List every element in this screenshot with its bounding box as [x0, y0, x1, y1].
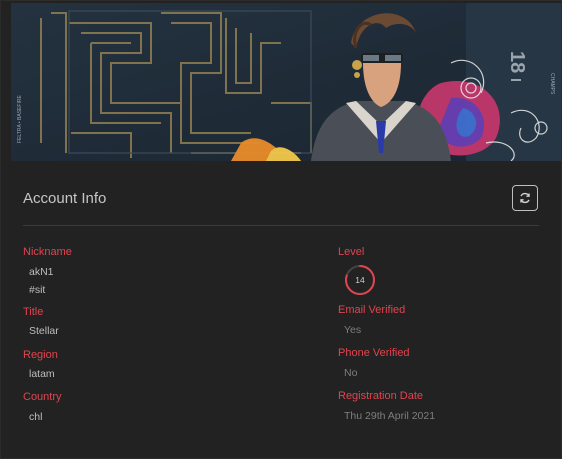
email-verified-label: Email Verified — [338, 304, 406, 316]
banner-artwork: 18 CHAMPS FELTRA • BASEFIRE — [11, 3, 561, 161]
svg-text:CHAMPS: CHAMPS — [549, 73, 555, 95]
refresh-icon — [520, 192, 530, 204]
phone-verified-value: No — [344, 367, 358, 379]
svg-text:FELTRA • BASEFIRE: FELTRA • BASEFIRE — [17, 95, 23, 143]
region-value: latam — [29, 368, 55, 380]
account-info-title: Account Info — [23, 190, 107, 207]
title-value: Stellar — [29, 325, 59, 337]
title-label: Title — [23, 306, 44, 318]
banner-number: 18 — [506, 51, 528, 73]
level-value: 14 — [355, 275, 365, 285]
section-divider — [23, 225, 539, 226]
registration-date-value: Thu 29th April 2021 — [344, 410, 436, 422]
email-verified-value: Yes — [344, 324, 362, 336]
country-value: chl — [29, 411, 43, 423]
nickname-value: akN1 — [29, 266, 54, 278]
region-label: Region — [23, 349, 58, 361]
phone-verified-label: Phone Verified — [338, 347, 410, 359]
registration-date-label: Registration Date — [338, 390, 423, 402]
tagline-value: #sit — [29, 284, 46, 296]
refresh-button[interactable] — [512, 185, 538, 211]
level-label: Level — [338, 246, 365, 258]
country-label: Country — [23, 391, 62, 403]
account-card: 18 CHAMPS FELTRA • BASEFIRE Account Info… — [0, 0, 562, 459]
nickname-label: Nickname — [23, 246, 72, 258]
player-card-banner: 18 CHAMPS FELTRA • BASEFIRE — [11, 3, 561, 161]
